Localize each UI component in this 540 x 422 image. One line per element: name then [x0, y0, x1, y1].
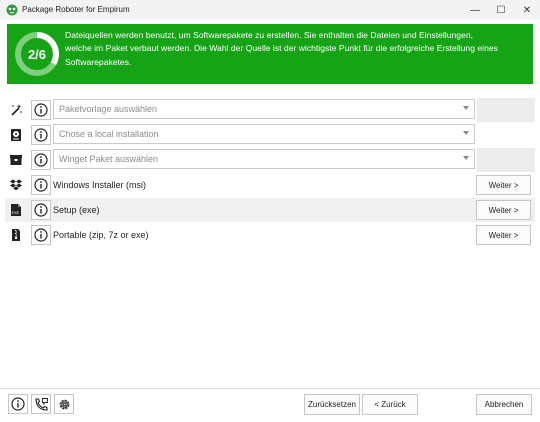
msi-info-button[interactable] — [31, 175, 51, 195]
dropbox-icon — [10, 179, 22, 191]
info-icon — [34, 128, 48, 142]
minimize-button[interactable]: — — [461, 0, 489, 20]
msi-label: Windows Installer (msi) — [53, 180, 147, 190]
portable-row: Portable (zip, 7z or exe) Weiter > — [5, 223, 535, 247]
info-icon — [34, 103, 48, 117]
footer-divider — [0, 388, 540, 389]
banner-description: Dateiquellen werden benutzt, um Software… — [65, 29, 527, 69]
disk-icon — [11, 129, 21, 141]
info-icon — [11, 397, 25, 411]
local-install-info-button[interactable] — [31, 125, 51, 145]
banner-line-1: Dateiquellen werden benutzt, um Software… — [65, 30, 473, 40]
info-icon — [34, 153, 48, 167]
template-info-button[interactable] — [31, 100, 51, 120]
winget-row: Winget Paket auswählen — [5, 148, 535, 172]
support-call-button[interactable] — [31, 394, 51, 414]
info-icon — [34, 228, 48, 242]
banner-line-3: Softwarepaketes. — [65, 56, 132, 67]
package-box-icon — [10, 155, 22, 165]
banner-line-2: welche im Paket verbaut werden. Die Wahl… — [65, 43, 498, 54]
local-install-select[interactable]: Chose a local installation — [53, 124, 475, 144]
chevron-down-icon — [463, 156, 469, 160]
winget-info-button[interactable] — [31, 150, 51, 170]
robot-app-icon — [6, 4, 18, 16]
exe-next-button[interactable]: Weiter > — [476, 200, 531, 220]
gear-icon — [59, 399, 69, 409]
chevron-down-icon — [463, 131, 469, 135]
template-select-placeholder: Paketvorlage auswählen — [59, 104, 158, 114]
close-button[interactable]: ✕ — [513, 0, 540, 20]
local-install-row: Chose a local installation — [5, 123, 535, 147]
cancel-button[interactable]: Abbrechen — [476, 394, 532, 415]
local-install-placeholder: Chose a local installation — [59, 129, 159, 139]
svg-text:EXE: EXE — [12, 211, 20, 215]
msi-next-button[interactable]: Weiter > — [476, 175, 531, 195]
phone-support-icon — [34, 397, 48, 411]
msi-row: Windows Installer (msi) Weiter > — [5, 173, 535, 197]
info-icon — [34, 203, 48, 217]
exe-row: EXE Setup (exe) Weiter > — [5, 198, 535, 222]
portable-label: Portable (zip, 7z or exe) — [53, 230, 149, 240]
portable-info-button[interactable] — [31, 225, 51, 245]
exe-info-button[interactable] — [31, 200, 51, 220]
maximize-button[interactable]: ☐ — [487, 0, 515, 20]
info-banner: 2/6 Dateiquellen werden benutzt, um Soft… — [7, 24, 533, 84]
settings-button[interactable] — [54, 394, 74, 414]
winget-action-placeholder — [477, 148, 535, 172]
info-icon — [34, 178, 48, 192]
window-title: Package Roboter for Empirum — [22, 5, 130, 14]
chevron-down-icon — [463, 106, 469, 110]
exe-label: Setup (exe) — [53, 205, 100, 215]
reset-button[interactable]: Zurücksetzen — [304, 394, 360, 415]
progress-label: 2/6 — [27, 46, 47, 62]
winget-select[interactable]: Winget Paket auswählen — [53, 149, 475, 169]
title-bar: Package Roboter for Empirum — ☐ ✕ — [0, 0, 540, 20]
exe-file-icon: EXE — [11, 204, 21, 216]
template-action-placeholder — [477, 98, 535, 122]
footer-info-button[interactable] — [8, 394, 28, 414]
portable-next-button[interactable]: Weiter > — [476, 225, 531, 245]
zip-file-icon — [12, 229, 20, 241]
template-row: Paketvorlage auswählen — [5, 98, 535, 122]
template-select[interactable]: Paketvorlage auswählen — [53, 99, 475, 119]
magic-wand-icon — [11, 104, 22, 116]
back-button[interactable]: < Zurück — [362, 394, 418, 415]
winget-select-placeholder: Winget Paket auswählen — [59, 154, 159, 164]
